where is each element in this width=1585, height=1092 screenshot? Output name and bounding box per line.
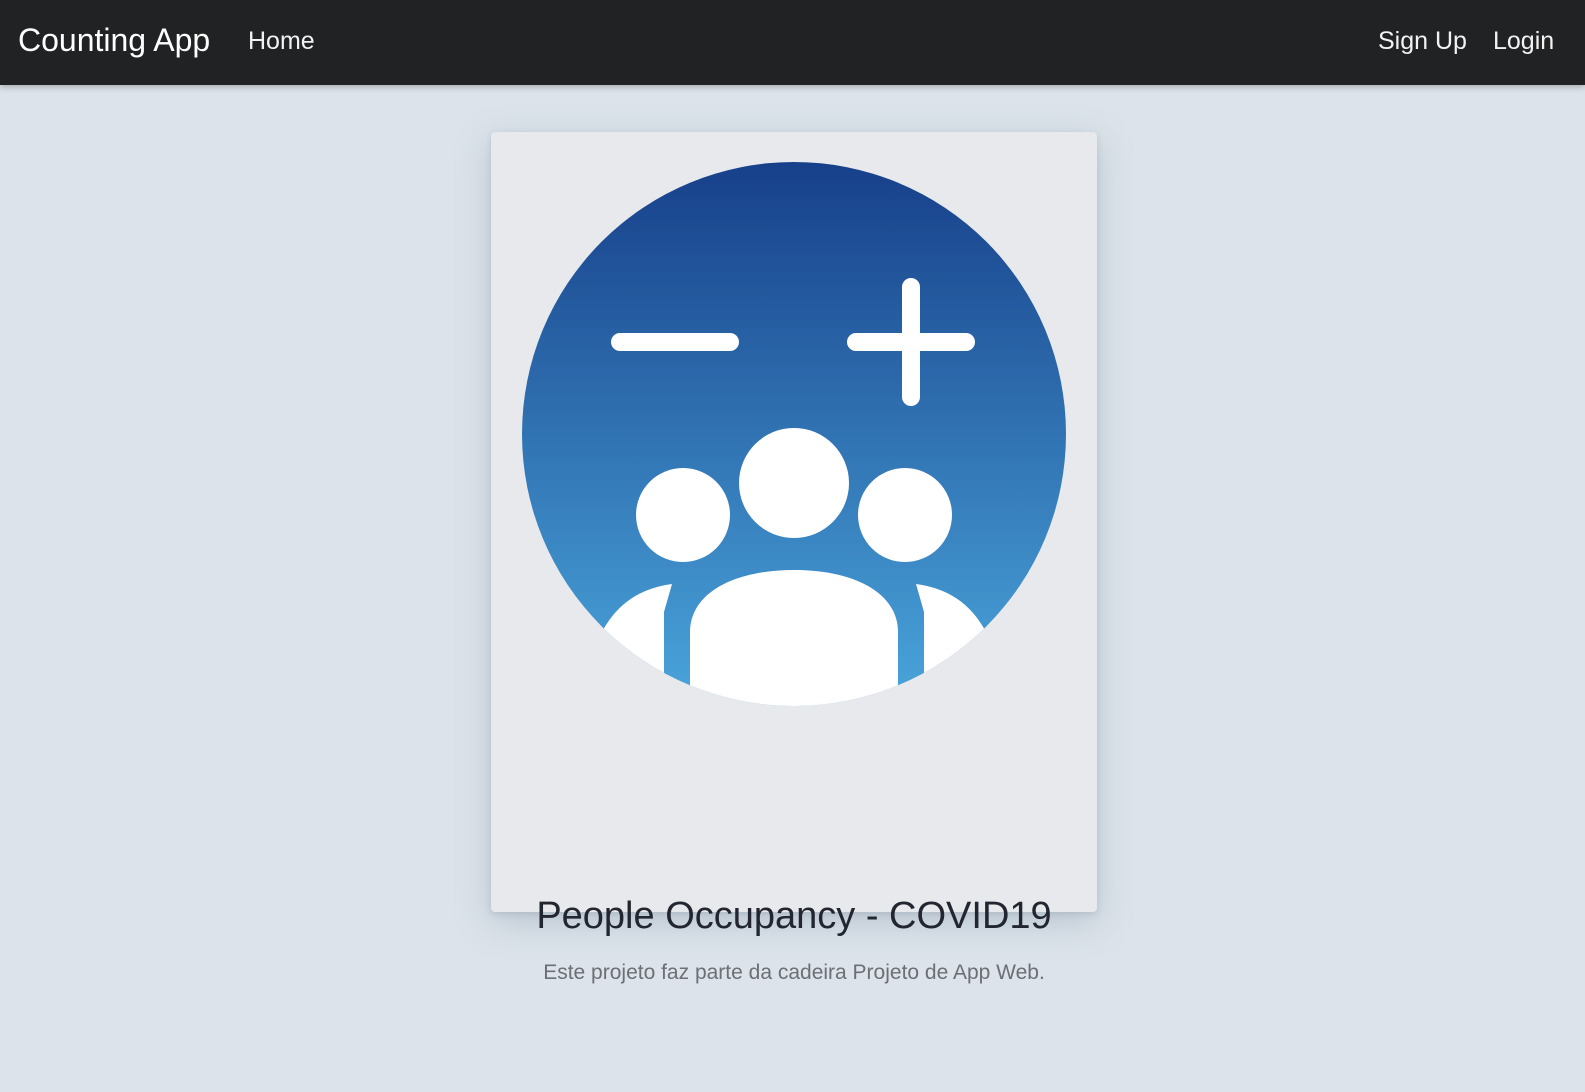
people-counter-icon [522, 162, 1066, 706]
navbar-brand[interactable]: Counting App [18, 20, 210, 60]
nav-link-sign-up[interactable]: Sign Up [1378, 24, 1467, 58]
nav-link-home[interactable]: Home [248, 24, 315, 58]
navbar: Counting App Home Sign Up Login [0, 0, 1585, 85]
nav-link-login[interactable]: Login [1493, 24, 1554, 58]
card-title: People Occupancy - COVID19 [536, 895, 1052, 937]
card-description: Este projeto faz parte da cadeira Projet… [543, 961, 1045, 984]
project-card: People Occupancy - COVID19 Este projeto … [491, 132, 1097, 984]
